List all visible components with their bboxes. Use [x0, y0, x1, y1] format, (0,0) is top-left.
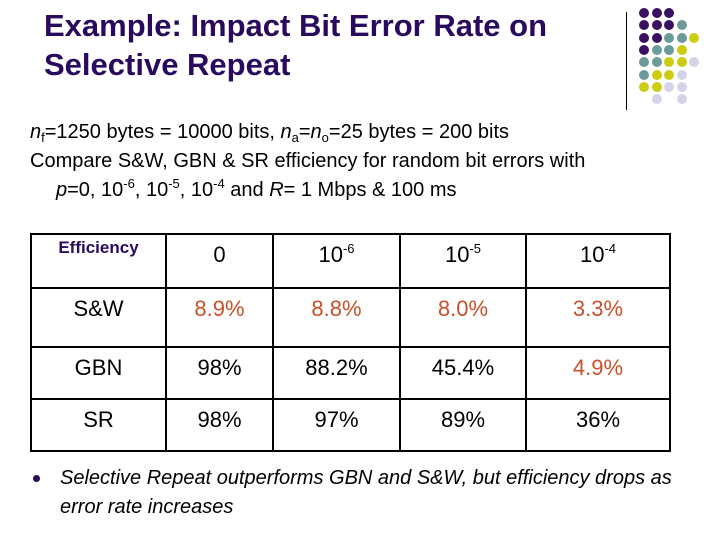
param-text: , 10 — [134, 179, 169, 201]
dot-yellow — [664, 69, 674, 80]
table-cell: 98% — [165, 346, 274, 400]
var-n: n — [310, 121, 322, 143]
dot-yellow — [639, 81, 649, 92]
bullet-text: Selective Repeat outperforms GBN and S&W… — [60, 467, 672, 518]
dot-teal — [639, 69, 649, 80]
slide-body: nf=1250 bytes = 10000 bits, na=no=25 byt… — [30, 118, 710, 205]
header-base: 10 — [318, 242, 343, 267]
header-col: 10-5 — [399, 233, 527, 289]
slide-title: Example: Impact Bit Error Rate on Select… — [44, 6, 634, 84]
table-cell: 8.9% — [165, 287, 274, 348]
dot-yellow — [651, 81, 662, 92]
header-base: 0 — [213, 242, 226, 267]
ack-size-text: =25 bytes = 200 bits — [328, 121, 510, 143]
exponent: -5 — [168, 176, 180, 191]
exponent: -4 — [213, 176, 225, 191]
table-cell: 4.9% — [525, 346, 671, 400]
bullet-icon — [33, 475, 40, 482]
dot-teal — [651, 44, 662, 55]
param-text: , 10 — [179, 179, 214, 201]
table-row-sr: SR 98% 97% 89% 36% — [30, 398, 671, 452]
dot-purple — [639, 20, 649, 31]
table-cell: 97% — [272, 398, 401, 452]
dot-purple — [664, 20, 674, 31]
row-label: SR — [30, 398, 167, 452]
header-label-efficiency: Efficiency — [30, 233, 167, 289]
dot-purple — [651, 8, 662, 18]
header-base: 10 — [579, 242, 605, 267]
frame-size-text: =1250 bytes = 10000 bits, — [44, 121, 281, 143]
dot-teal — [664, 32, 674, 43]
sub-a: a — [291, 130, 299, 145]
header-exp: -5 — [469, 241, 482, 256]
efficiency-table: Efficiency 0 10-6 10-5 10-4 S&W 8.9% 8.8… — [30, 233, 671, 452]
header-col: 10-6 — [272, 233, 401, 289]
slide-title-line2: Selective Repeat — [44, 47, 291, 82]
header-exp: -4 — [604, 241, 617, 256]
bullet-item: Selective Repeat outperforms GBN and S&W… — [30, 464, 690, 522]
dot-yellow — [676, 44, 687, 55]
frame-size-line: nf=1250 bytes = 10000 bits, na=no=25 byt… — [30, 118, 710, 147]
dot-lavender — [664, 81, 674, 92]
header-col: 0 — [165, 233, 274, 289]
compare-line: Compare S&W, GBN & SR efficiency for ran… — [30, 150, 586, 172]
dot-yellow — [689, 32, 699, 43]
dot-teal — [676, 32, 687, 43]
sub-o: o — [321, 130, 329, 145]
title-divider — [626, 12, 627, 110]
header-exp: -6 — [342, 241, 355, 256]
table-row-gbn: GBN 98% 88.2% 45.4% 4.9% — [30, 346, 671, 400]
table-cell: 88.2% — [272, 346, 401, 400]
param-text: = 1 Mbps & 100 ms — [283, 179, 457, 201]
table-cell: 8.8% — [272, 287, 401, 348]
exponent: -6 — [123, 176, 135, 191]
table-cell: 45.4% — [399, 346, 527, 400]
header-base: 10 — [444, 242, 470, 267]
dot-purple — [639, 32, 649, 43]
param-text: =0, 10 — [67, 179, 124, 201]
table-header-row: Efficiency 0 10-6 10-5 10-4 — [30, 233, 671, 289]
var-n: n — [30, 121, 42, 143]
header-col: 10-4 — [525, 233, 671, 289]
row-label: S&W — [30, 287, 167, 348]
dot-yellow — [651, 69, 662, 80]
var-n: n — [280, 121, 292, 143]
var-p: p — [56, 179, 68, 201]
table-cell: 8.0% — [399, 287, 527, 348]
dot-lavender — [651, 94, 662, 105]
parameters-line: p=0, 10-6, 10-5, 10-4 and R= 1 Mbps & 10… — [30, 176, 710, 205]
dot-purple — [639, 44, 649, 55]
param-text: and — [224, 179, 270, 201]
dot-purple — [651, 32, 662, 43]
table-cell: 3.3% — [525, 287, 671, 348]
table-cell: 89% — [399, 398, 527, 452]
slide-title-line1: Example: Impact Bit Error Rate on — [44, 8, 548, 43]
dot-teal — [676, 20, 687, 31]
dot-purple — [664, 8, 674, 18]
dot-yellow — [664, 57, 674, 68]
dot-lavender — [689, 57, 699, 68]
equals: = — [298, 121, 311, 143]
dot-lavender — [676, 81, 687, 92]
table-row-sw: S&W 8.9% 8.8% 8.0% 3.3% — [30, 287, 671, 348]
table-cell: 36% — [525, 398, 671, 452]
dot-lavender — [676, 69, 687, 80]
table-cell: 98% — [165, 398, 274, 452]
var-R: R — [269, 179, 284, 201]
dot-purple — [651, 20, 662, 31]
dot-teal — [651, 57, 662, 68]
dot-purple — [639, 8, 649, 18]
dot-lavender — [676, 94, 687, 105]
row-label: GBN — [30, 346, 167, 400]
dot-teal — [639, 57, 649, 68]
dot-teal — [664, 44, 674, 55]
dot-yellow — [676, 57, 687, 68]
